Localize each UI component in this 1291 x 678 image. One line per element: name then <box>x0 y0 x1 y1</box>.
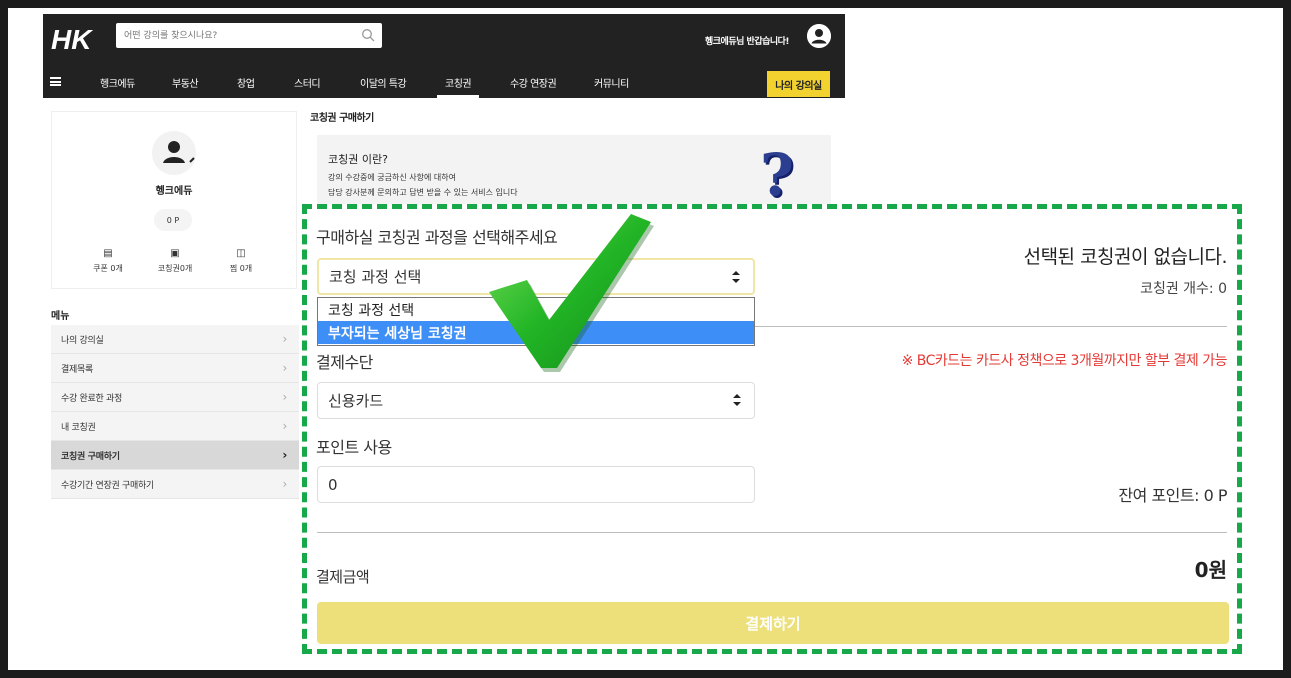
menu-item-label: 수강 완료한 과정 <box>61 393 122 404</box>
info-description-2: 담당 강사분께 문의하고 답변 받을 수 있는 서비스 입니다 <box>328 188 518 197</box>
payment-amount-label: 결제금액 <box>316 568 370 586</box>
stat-coaching-ticket[interactable]: ▣ 코칭권0개 <box>145 248 205 274</box>
nav-coaching-ticket[interactable]: 코칭권 <box>436 75 480 98</box>
nav-community[interactable]: 커뮤니티 <box>594 75 629 90</box>
search-input[interactable] <box>116 23 346 49</box>
select-arrows-icon <box>733 394 741 406</box>
menu-item-label: 나의 강의실 <box>61 335 104 346</box>
chevron-right-icon: › <box>282 419 288 433</box>
nav-study[interactable]: 스터디 <box>294 75 321 90</box>
check-mark-icon <box>489 214 654 372</box>
hamburger-menu-icon[interactable] <box>50 77 61 86</box>
menu-item-buy-coaching[interactable]: 코칭권 구매하기 › <box>51 441 299 470</box>
stat-coaching-label: 코칭권0개 <box>157 264 193 273</box>
nav-real-estate[interactable]: 부동산 <box>172 75 199 90</box>
search-icon[interactable] <box>361 28 375 42</box>
payment-method-label: 결제수단 <box>316 353 373 372</box>
stat-wishlist[interactable]: ◫ 찜 0개 <box>211 248 271 274</box>
menu-title: 메뉴 <box>51 311 70 322</box>
welcome-text: 헹크에듀님 반갑습니다! <box>705 37 790 47</box>
user-avatar-icon[interactable] <box>807 24 831 48</box>
purchase-panel: 구매하실 코칭권 과정을 선택해주세요 코칭 과정 선택 코칭 과정 선택 부자… <box>302 204 1242 654</box>
menu-item-label: 결제목록 <box>61 364 93 375</box>
nav-monthly-lecture[interactable]: 이달의 특강 <box>360 75 407 90</box>
profile-avatar-icon[interactable] <box>152 131 196 175</box>
page-title: 코칭권 구매하기 <box>310 113 374 124</box>
chevron-right-icon: › <box>282 332 288 346</box>
remaining-points: 잔여 포인트: 0 P <box>1118 486 1227 505</box>
menu-item-payment-list[interactable]: 결제목록 › <box>51 354 299 383</box>
profile-name: 헹크에듀 <box>155 186 193 197</box>
my-classroom-button[interactable]: 나의 강의실 <box>767 71 830 97</box>
coaching-count: 코칭권 개수: 0 <box>1140 281 1227 297</box>
screenshot-frame: HK 헹크에듀님 반갑습니다! 헹크에듀 부동산 창업 스터디 이달의 특강 코… <box>8 8 1283 670</box>
point-use-label: 포인트 사용 <box>316 438 392 457</box>
point-input[interactable]: 0 <box>317 466 755 503</box>
payment-method-select[interactable]: 신용카드 <box>317 382 755 419</box>
coaching-ticket-icon: ▣ <box>170 248 180 259</box>
main-nav: 헹크에듀 부동산 창업 스터디 이달의 특강 코칭권 수강 연장권 커뮤니티 나… <box>43 66 845 98</box>
svg-text:HK: HK <box>51 24 93 52</box>
menu-item-label: 수강기간 연장권 구매하기 <box>61 480 154 491</box>
payment-method-value: 신용카드 <box>328 392 384 410</box>
chevron-right-icon: › <box>282 361 288 375</box>
menu-item-label: 내 코칭권 <box>61 422 96 433</box>
info-title: 코칭권 이란? <box>328 153 388 166</box>
question-mark-icon: ? <box>760 141 794 209</box>
profile-point-badge: 0 P <box>154 209 192 231</box>
stat-wishlist-label: 찜 0개 <box>229 264 253 273</box>
course-select-value: 코칭 과정 선택 <box>329 268 422 286</box>
menu-item-label: 코칭권 구매하기 <box>61 451 120 462</box>
bc-card-notice: ※ BC카드는 카드사 정책으로 3개월까지만 할부 결제 가능 <box>901 353 1228 369</box>
select-arrows-icon <box>732 271 740 283</box>
stat-coupon-label: 쿠폰 0개 <box>93 264 123 273</box>
chevron-right-icon: › <box>282 390 288 404</box>
chevron-right-icon: › <box>282 477 288 491</box>
menu-item-my-classroom[interactable]: 나의 강의실 › <box>51 325 299 354</box>
hk-logo[interactable]: HK <box>51 24 95 52</box>
pay-button[interactable]: 결제하기 <box>317 602 1229 644</box>
coupon-icon: ▤ <box>103 248 113 259</box>
menu-item-completed-courses[interactable]: 수강 완료한 과정 › <box>51 383 299 412</box>
basket-icon: ◫ <box>236 248 246 259</box>
nav-extension-ticket[interactable]: 수강 연장권 <box>510 75 557 90</box>
payment-amount-value: 0원 <box>1194 558 1227 582</box>
coaching-info-box: 코칭권 이란? 강의 수강중에 궁금하신 사항에 대하여 담당 강사분께 문의하… <box>317 135 831 209</box>
info-description-1: 강의 수강중에 궁금하신 사항에 대하여 <box>328 173 456 182</box>
stat-coupon[interactable]: ▤ 쿠폰 0개 <box>78 248 138 274</box>
site-header: HK 헹크에듀님 반갑습니다! 헹크에듀 부동산 창업 스터디 이달의 특강 코… <box>43 14 845 98</box>
chevron-right-icon: › <box>282 448 287 462</box>
menu-item-buy-extension[interactable]: 수강기간 연장권 구매하기 › <box>51 470 299 499</box>
profile-card: 헹크에듀 0 P ▤ 쿠폰 0개 ▣ 코칭권0개 ◫ 찜 0개 <box>51 111 297 289</box>
menu-item-my-coaching[interactable]: 내 코칭권 › <box>51 412 299 441</box>
side-menu: 나의 강의실 › 결제목록 › 수강 완료한 과정 › 내 코칭권 › 코칭권 구매하기… <box>51 325 299 499</box>
divider <box>317 532 1227 533</box>
selected-coaching-status: 선택된 코칭권이 없습니다. <box>1023 246 1228 268</box>
search-box <box>116 23 382 49</box>
nav-startup[interactable]: 창업 <box>237 75 255 90</box>
nav-hengk-edu[interactable]: 헹크에듀 <box>100 75 135 90</box>
point-input-value: 0 <box>328 475 338 494</box>
